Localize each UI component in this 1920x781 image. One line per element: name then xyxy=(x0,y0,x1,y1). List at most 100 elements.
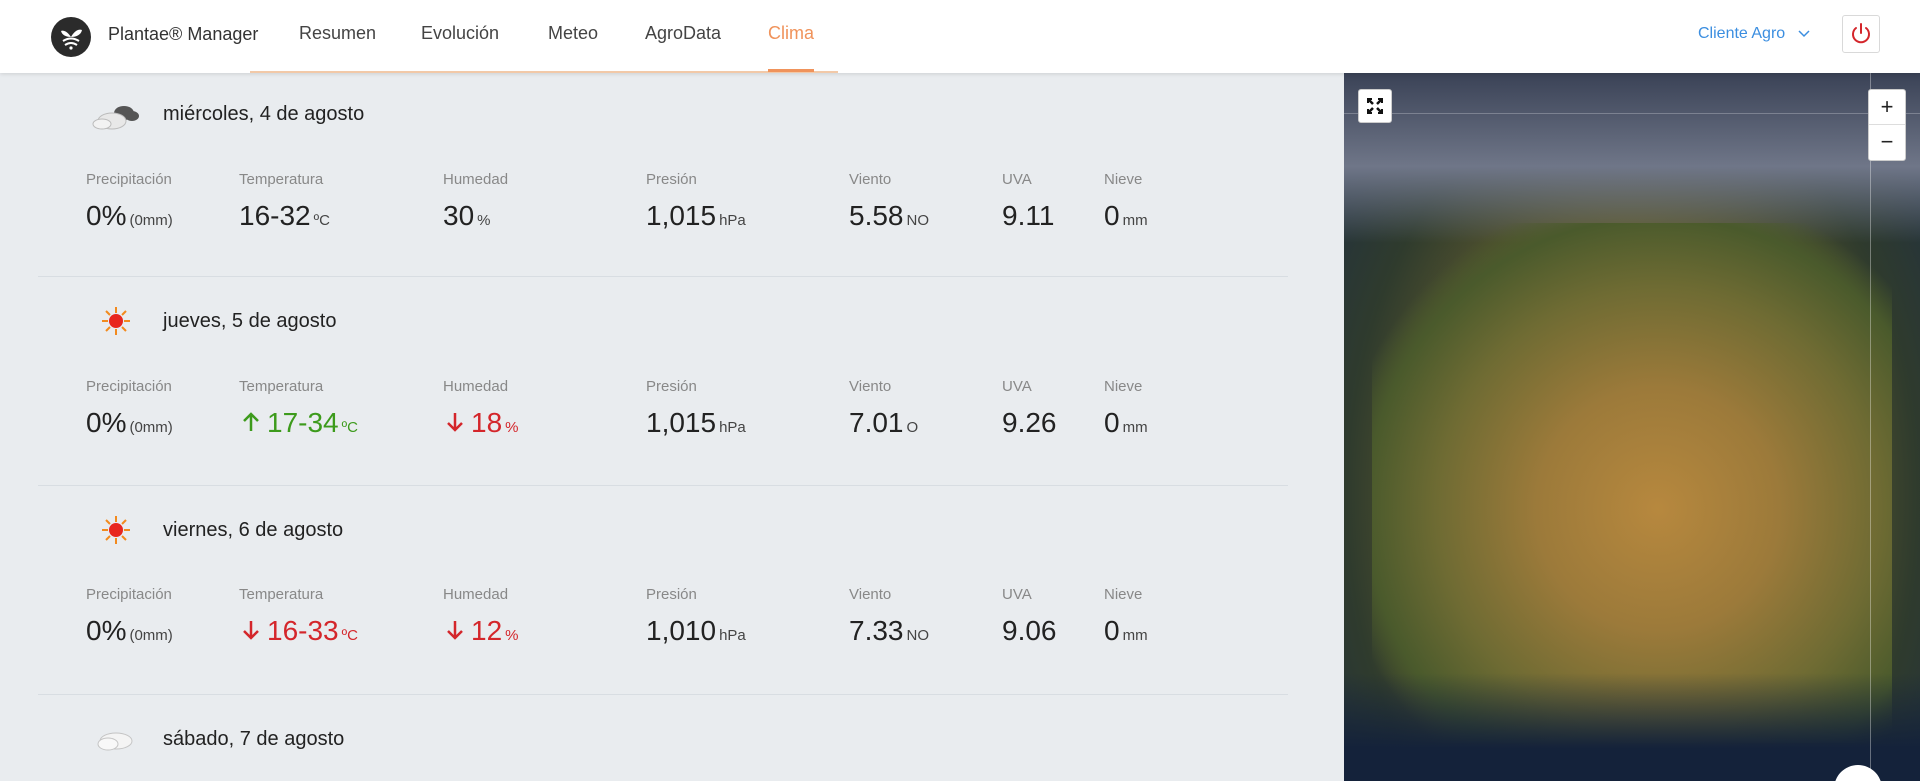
snow-value: 0 xyxy=(1104,200,1120,231)
precipitation-metric: Precipitación 0% (0mm) xyxy=(86,378,173,439)
precipitation-label: Precipitación xyxy=(86,378,172,395)
pressure-label: Presión xyxy=(646,171,697,188)
snow-metric: Nieve 0 mm xyxy=(1104,586,1148,647)
uva-value: 9.11 xyxy=(1002,200,1055,231)
pressure-metric: Presión 1,015 hPa xyxy=(646,378,746,439)
map-land xyxy=(1372,223,1892,743)
map-grid-line xyxy=(1344,113,1920,114)
wind-direction: NO xyxy=(906,212,930,229)
tab-meteo[interactable]: Meteo xyxy=(548,23,598,44)
precipitation-mm: (0mm) xyxy=(129,212,173,229)
forecast-list: miércoles, 4 de agosto Precipitación 0%(… xyxy=(0,73,1328,781)
power-icon xyxy=(1852,23,1870,44)
map-sea-south xyxy=(1344,673,1920,781)
zoom-in-button[interactable]: + xyxy=(1869,90,1905,125)
precipitation-value: 0% xyxy=(86,407,127,438)
uva-metric: UVA 9.26 xyxy=(1002,378,1057,439)
humidity-metric: Humedad 12% xyxy=(443,586,519,647)
pressure-metric: Presión 1,010 hPa xyxy=(646,586,746,647)
uva-value: 9.06 xyxy=(1002,615,1057,646)
day-title: viernes, 6 de agosto xyxy=(163,519,344,541)
humidity-value: 30 xyxy=(443,200,475,231)
wind-direction: NO xyxy=(906,627,930,644)
pressure-value: 1,015 xyxy=(646,200,717,231)
temperature-value: 17-34 xyxy=(267,407,339,438)
pressure-value: 1,010 xyxy=(646,615,717,646)
arrow-down-icon xyxy=(443,617,467,641)
humidity-value: 18 xyxy=(471,407,503,438)
temperature-value: 16-33 xyxy=(267,615,339,646)
day-title: jueves, 5 de agosto xyxy=(163,310,337,332)
zoom-out-button[interactable]: − xyxy=(1869,125,1905,160)
wind-label: Viento xyxy=(849,171,892,188)
temperature-metric: Temperatura 17-34 ºC xyxy=(239,378,358,439)
humidity-metric: Humedad 18% xyxy=(443,378,519,439)
fullscreen-button[interactable] xyxy=(1358,89,1392,123)
wind-value: 7.33 xyxy=(849,615,904,646)
forecast-day: miércoles, 4 de agosto Precipitación 0%(… xyxy=(38,73,1288,277)
snow-value: 0 xyxy=(1104,615,1120,646)
day-title: sábado, 7 de agosto xyxy=(163,728,345,750)
precipitation-label: Precipitación xyxy=(86,586,172,603)
arrow-down-icon xyxy=(443,409,467,433)
top-header: Plantae® Manager Resumen Evolución Meteo… xyxy=(0,0,1920,73)
temperature-unit: ºC xyxy=(313,212,330,229)
wind-label: Viento xyxy=(849,586,892,603)
wind-metric: Viento 7.33 NO xyxy=(849,586,929,647)
wind-label: Viento xyxy=(849,378,892,395)
humidity-unit: % xyxy=(477,212,491,229)
wind-metric: Viento 5.58 NO xyxy=(849,171,929,232)
map-grid-line xyxy=(1870,73,1871,781)
zoom-control: + − xyxy=(1868,89,1906,161)
fullscreen-icon xyxy=(1367,98,1383,114)
snow-value: 0 xyxy=(1104,407,1120,438)
client-selector[interactable]: Cliente Agro xyxy=(1698,25,1810,43)
tab-resumen[interactable]: Resumen xyxy=(299,23,376,44)
temperature-value: 16-32 xyxy=(239,200,311,231)
forecast-day: viernes, 6 de agosto Precipitación 0% (0m… xyxy=(38,486,1288,695)
humidity-metric: Humedad 30% xyxy=(443,171,508,232)
wind-value: 7.01 xyxy=(849,407,904,438)
cloud-icon xyxy=(90,721,140,757)
temperature-label: Temperatura xyxy=(239,586,324,603)
cloudy-icon xyxy=(90,97,140,133)
humidity-unit: % xyxy=(505,419,519,436)
day-title: miércoles, 4 de agosto xyxy=(163,103,365,125)
plantae-logo-icon xyxy=(51,17,91,57)
temperature-label: Temperatura xyxy=(239,378,324,395)
logout-button[interactable] xyxy=(1842,15,1880,53)
precipitation-metric: Precipitación 0% (0mm) xyxy=(86,586,173,647)
tab-evolucion[interactable]: Evolución xyxy=(421,23,499,44)
pressure-value: 1,015 xyxy=(646,407,717,438)
wind-metric: Viento 7.01 O xyxy=(849,378,918,439)
humidity-label: Humedad xyxy=(443,171,509,188)
humidity-value: 12 xyxy=(471,615,503,646)
tab-clima[interactable]: Clima xyxy=(768,23,814,44)
precipitation-mm: (0mm) xyxy=(129,627,173,644)
active-tab-indicator xyxy=(768,69,814,72)
temperature-label: Temperatura xyxy=(239,171,324,188)
uva-metric: UVA 9.11 xyxy=(1002,171,1054,232)
nav-baseline xyxy=(250,71,838,73)
uva-metric: UVA 9.06 xyxy=(1002,586,1057,647)
pressure-unit: hPa xyxy=(719,212,746,229)
tab-agrodata[interactable]: AgroData xyxy=(645,23,721,44)
sun-icon xyxy=(90,512,140,548)
pressure-unit: hPa xyxy=(719,627,746,644)
uva-label: UVA xyxy=(1002,171,1032,188)
satellite-map[interactable]: + − xyxy=(1344,73,1920,781)
snow-metric: Nieve 0 mm xyxy=(1104,378,1148,439)
snow-label: Nieve xyxy=(1104,586,1143,603)
forecast-day: sábado, 7 de agosto xyxy=(38,695,1288,781)
map-sea-north xyxy=(1344,73,1920,243)
uva-label: UVA xyxy=(1002,378,1032,395)
sun-icon xyxy=(90,303,140,339)
chevron-down-icon xyxy=(1798,25,1810,43)
snow-label: Nieve xyxy=(1104,171,1143,188)
snow-label: Nieve xyxy=(1104,378,1143,395)
wind-value: 5.58 xyxy=(849,200,904,231)
uva-value: 9.26 xyxy=(1002,407,1057,438)
temperature-metric: Temperatura 16-32 ºC xyxy=(239,171,330,232)
uva-label: UVA xyxy=(1002,586,1032,603)
snow-unit: mm xyxy=(1122,419,1148,436)
